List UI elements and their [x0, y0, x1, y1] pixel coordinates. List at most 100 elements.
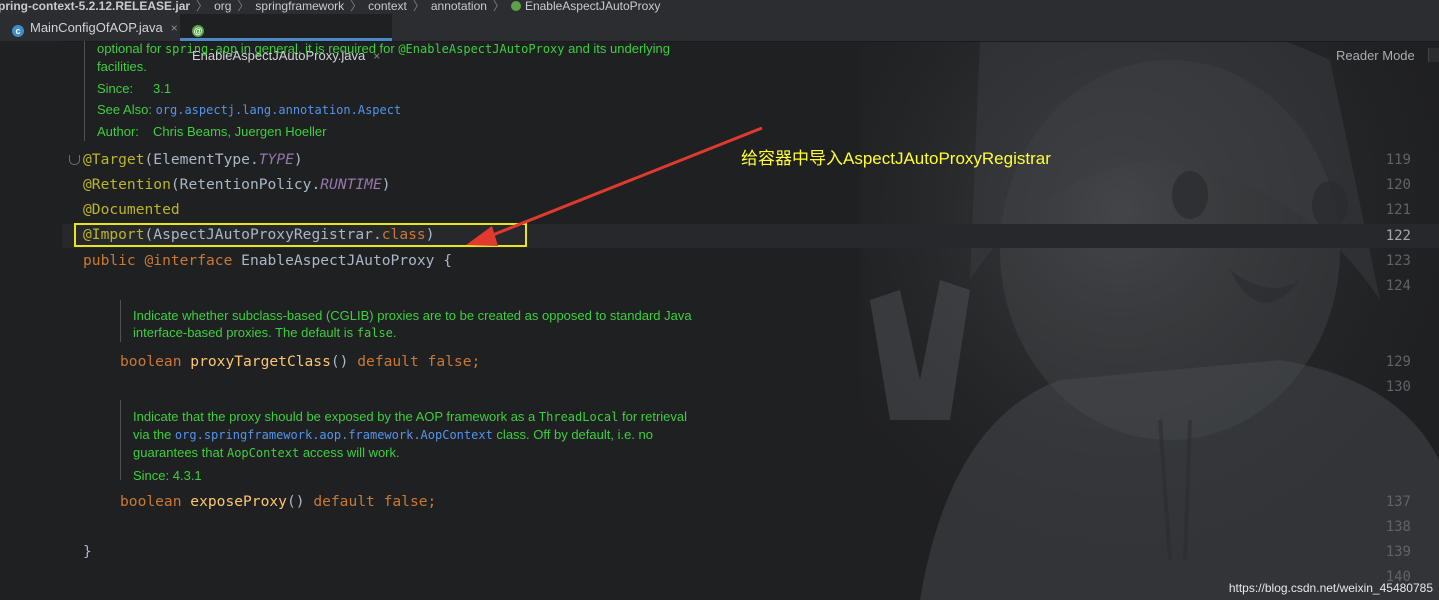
code-token: ; — [471, 353, 481, 370]
line-number: 120 — [1385, 177, 1411, 193]
breadcrumb: pring-context-5.2.12.RELEASE.jar 〉 org 〉 spr… — [0, 0, 1439, 14]
doc-text: guarantees that — [133, 445, 227, 460]
code-line-129[interactable]: boolean proxyTargetClass() default false… — [120, 353, 480, 370]
line-number: 124 — [1385, 278, 1411, 294]
breadcrumb-jar[interactable]: pring-context-5.2.12.RELEASE.jar — [0, 0, 190, 12]
breadcrumb-separator: 〉 — [492, 0, 505, 13]
breadcrumb-item-annotation[interactable]: annotation — [431, 0, 487, 12]
doc-key: See Also: — [97, 102, 152, 117]
doc-line: via the org.springframework.aop.framewor… — [133, 426, 687, 444]
code-token: @Documented — [83, 201, 180, 218]
breadcrumb-item-springframework[interactable]: springframework — [255, 0, 344, 12]
breadcrumb-current[interactable]: EnableAspectJAutoProxy — [525, 0, 660, 12]
tab-mainconfigofaop[interactable]: c MainConfigOfAOP.java × — [0, 14, 178, 41]
code-token: (ElementType. — [144, 151, 259, 168]
code-line-119[interactable]: @Target(ElementType.TYPE) — [83, 151, 303, 168]
code-line-139[interactable]: } — [83, 543, 92, 560]
code-token: @Target — [83, 151, 145, 168]
code-token: ) — [381, 176, 391, 193]
doc-text: in general, it is required for — [237, 41, 399, 56]
doc-key: Author: — [97, 124, 139, 139]
doc-line: optional for spring-aop in general, it i… — [97, 40, 670, 58]
code-token: () — [286, 493, 305, 510]
doc-text: . — [392, 325, 397, 340]
doc-line: guarantees that AopContext access will w… — [133, 444, 687, 462]
breadcrumb-separator: 〉 — [196, 0, 209, 13]
doc-code: AopContext — [226, 446, 300, 460]
line-number-gutter — [0, 41, 62, 600]
close-icon[interactable]: × — [171, 21, 178, 35]
breadcrumb-separator: 〉 — [350, 0, 363, 13]
doc-see-also: See Also: org.aspectj.lang.annotation.As… — [97, 101, 670, 119]
annotation-callout: 给容器中导入AspectJAutoProxyRegistrar — [741, 149, 1051, 168]
doc-code: ThreadLocal — [538, 410, 619, 424]
doc-line: facilities. — [97, 59, 147, 74]
code-token: EnableAspectJAutoProxy { — [232, 252, 453, 269]
code-token: proxyTargetClass — [181, 353, 331, 370]
tab-enableaspectjautoproxy[interactable]: @EnableAspectJAutoProxy.java × — [180, 14, 392, 63]
doc-value: 3.1 — [153, 81, 172, 96]
line-number: 130 — [1385, 379, 1411, 395]
code-token: @interface — [135, 252, 233, 269]
doc-text: optional for — [97, 41, 165, 56]
line-number: 121 — [1385, 202, 1411, 218]
line-number: 119 — [1385, 152, 1411, 168]
doc-comment-bar — [120, 400, 121, 480]
doc-text: interface-based proxies. The default is — [133, 325, 357, 340]
line-number: 138 — [1385, 519, 1411, 535]
code-token: default false — [304, 493, 428, 510]
breadcrumb-separator: 〉 — [237, 0, 250, 13]
line-number: 137 — [1385, 494, 1411, 510]
breadcrumb-separator: 〉 — [412, 0, 425, 13]
highlight-box — [74, 223, 527, 247]
code-token: RUNTIME — [320, 176, 382, 193]
doc-key: Since: — [97, 81, 134, 96]
fold-marker-icon[interactable] — [69, 155, 80, 165]
doc-link[interactable]: org.springframework.aop.framework.AopCon… — [175, 428, 493, 442]
inspection-widget[interactable] — [1428, 48, 1439, 62]
doc-link[interactable]: org.aspectj.lang.annotation.Aspect — [156, 103, 402, 117]
reader-mode-toggle[interactable]: Reader Mode — [1336, 48, 1415, 63]
code-line-121[interactable]: @Documented — [83, 201, 180, 218]
doc-text: class. Off by default, i.e. no — [492, 427, 653, 442]
code-token: public — [83, 252, 136, 269]
background-illustration — [860, 0, 1439, 600]
doc-code: spring-aop — [164, 42, 238, 56]
doc-code: false — [356, 326, 393, 340]
doc-line: interface-based proxies. The default is … — [133, 324, 692, 342]
doc-since: Since: 4.3.1 — [133, 468, 202, 483]
class-icon: c — [12, 25, 24, 37]
doc-text: for retrieval — [618, 409, 688, 424]
code-token: (RetentionPolicy. — [170, 176, 321, 193]
annotation-icon: @ — [192, 25, 204, 37]
annotation-icon — [510, 1, 521, 11]
doc-comment-top: optional for spring-aop in general, it i… — [97, 40, 670, 140]
code-token: @Retention — [83, 176, 171, 193]
code-token: TYPE — [258, 151, 294, 168]
editor-tab-bar: c MainConfigOfAOP.java × @EnableAspectJAut… — [0, 14, 1439, 63]
code-line-120[interactable]: @Retention(RetentionPolicy.RUNTIME) — [83, 176, 391, 193]
doc-line: Indicate whether subclass-based (CGLIB) … — [133, 308, 692, 323]
code-token: ; — [427, 493, 437, 510]
breadcrumb-item-org[interactable]: org — [214, 0, 231, 12]
watermark: https://blog.csdn.net/weixin_45480785 — [1228, 581, 1433, 595]
doc-text: access will work. — [299, 445, 400, 460]
code-line-137[interactable]: boolean exposeProxy() default false; — [120, 493, 436, 510]
code-token: boolean — [120, 353, 182, 370]
code-token: ) — [293, 151, 303, 168]
doc-comment-bar — [84, 41, 85, 141]
doc-line: Indicate that the proxy should be expose… — [133, 408, 687, 426]
code-token: () — [330, 353, 349, 370]
line-number: 129 — [1385, 354, 1411, 370]
doc-comment-bar — [120, 300, 121, 342]
doc-author: Author: Chris Beams, Juergen Hoeller — [97, 123, 670, 140]
code-token: default false — [348, 353, 472, 370]
doc-since: Since: 3.1 — [97, 80, 670, 97]
breadcrumb-item-context[interactable]: context — [368, 0, 407, 12]
code-token: boolean — [120, 493, 182, 510]
doc-text: and its underlying — [564, 41, 671, 56]
line-number: 139 — [1385, 544, 1411, 560]
doc-code: @EnableAspectJAutoProxy — [398, 42, 565, 56]
code-line-123[interactable]: public @interface EnableAspectJAutoProxy… — [83, 252, 452, 269]
tab-label: MainConfigOfAOP.java — [30, 20, 163, 35]
